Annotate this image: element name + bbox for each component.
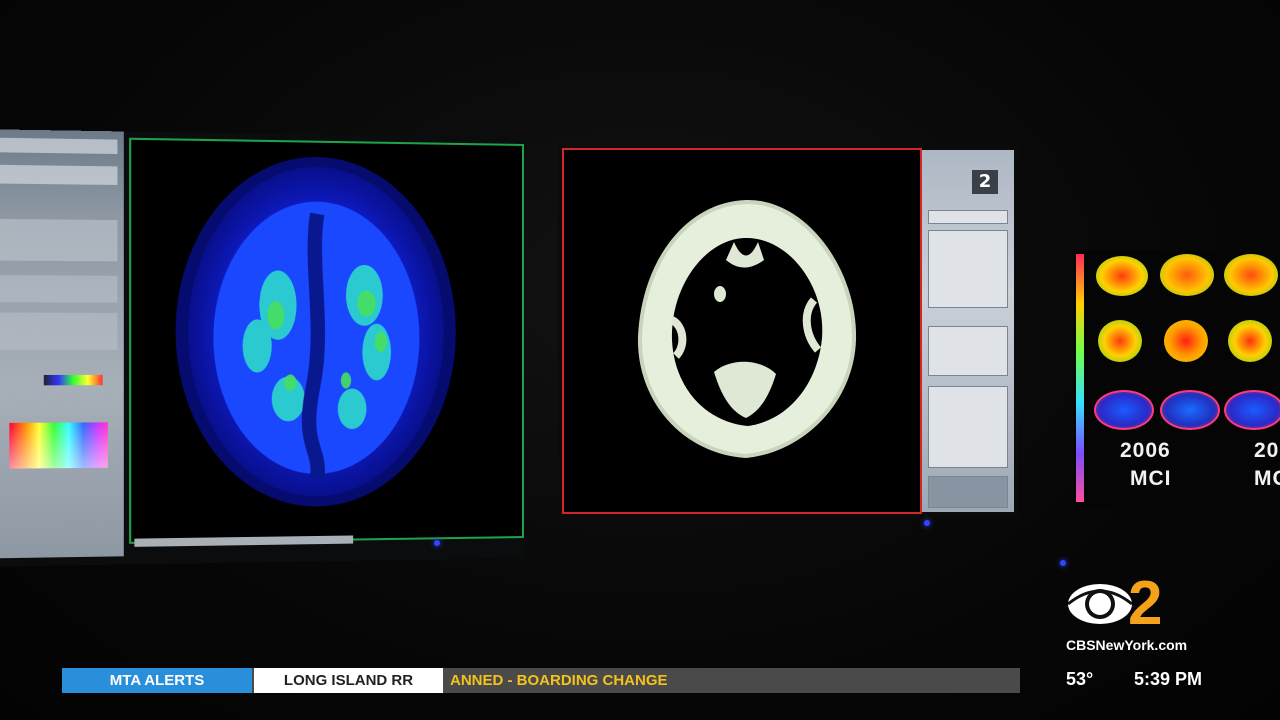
toolbar-strip xyxy=(0,165,117,185)
ct-viewer-sidebar: 2 xyxy=(922,150,1014,512)
ct-scan-monitor: 2 xyxy=(558,146,1018,516)
year-label: 2006 xyxy=(1120,439,1171,463)
power-led xyxy=(434,540,440,546)
sidebar-field[interactable] xyxy=(928,210,1008,224)
ticker-subcategory: LONG ISLAND RR xyxy=(254,668,443,693)
sidebar-panel xyxy=(928,326,1008,376)
viewport-number-badge: 2 xyxy=(972,170,998,194)
toolbar-strip xyxy=(0,138,117,154)
sidebar-panel xyxy=(928,386,1008,468)
pet-scan-monitor xyxy=(0,129,525,566)
brain-render xyxy=(1228,320,1272,362)
sidebar-panel xyxy=(928,230,1008,308)
diagnosis-label: MCI xyxy=(1130,467,1172,491)
pet-viewer-toolbar xyxy=(0,129,124,558)
news-ticker: MTA ALERTS LONG ISLAND RR ANNED - BOARDI… xyxy=(62,668,1020,693)
station-domain: CBSNewYork.com xyxy=(1066,637,1187,653)
brain-map-monitor: 2006 20 MCI MC xyxy=(1074,250,1280,510)
ticker-category: MTA ALERTS xyxy=(62,668,252,693)
brain-render xyxy=(1164,320,1208,362)
power-led xyxy=(1060,560,1066,566)
toolbar-panel xyxy=(0,219,117,261)
clock-time: 5:39 PM xyxy=(1134,669,1202,690)
color-spectrum-bar xyxy=(1076,254,1084,502)
pet-image-viewport xyxy=(129,138,524,544)
brain-render xyxy=(1160,254,1214,296)
color-palette xyxy=(9,422,108,468)
brain-render xyxy=(1094,390,1154,430)
diagnosis-label-cropped: MC xyxy=(1254,467,1280,491)
brain-render xyxy=(1096,256,1148,296)
channel-number: 2 xyxy=(1128,568,1162,639)
temperature: 53° xyxy=(1066,669,1093,690)
pet-brain-image xyxy=(131,140,522,542)
power-led xyxy=(924,520,930,526)
horizontal-scrollbar[interactable] xyxy=(134,535,353,546)
color-scale-bar xyxy=(44,375,103,385)
sidebar-footer xyxy=(928,476,1008,508)
year-label-cropped: 20 xyxy=(1254,439,1279,463)
brain-render xyxy=(1098,320,1142,362)
brain-render xyxy=(1160,390,1220,430)
brain-render xyxy=(1224,254,1278,296)
tool-icons-row xyxy=(0,275,117,302)
ct-brain-image xyxy=(564,150,920,512)
ticker-headline: ANNED - BOARDING CHANGE xyxy=(450,668,668,693)
ct-image-viewport xyxy=(562,148,922,514)
brain-render xyxy=(1224,390,1280,430)
tool-icons-grid xyxy=(0,313,117,350)
